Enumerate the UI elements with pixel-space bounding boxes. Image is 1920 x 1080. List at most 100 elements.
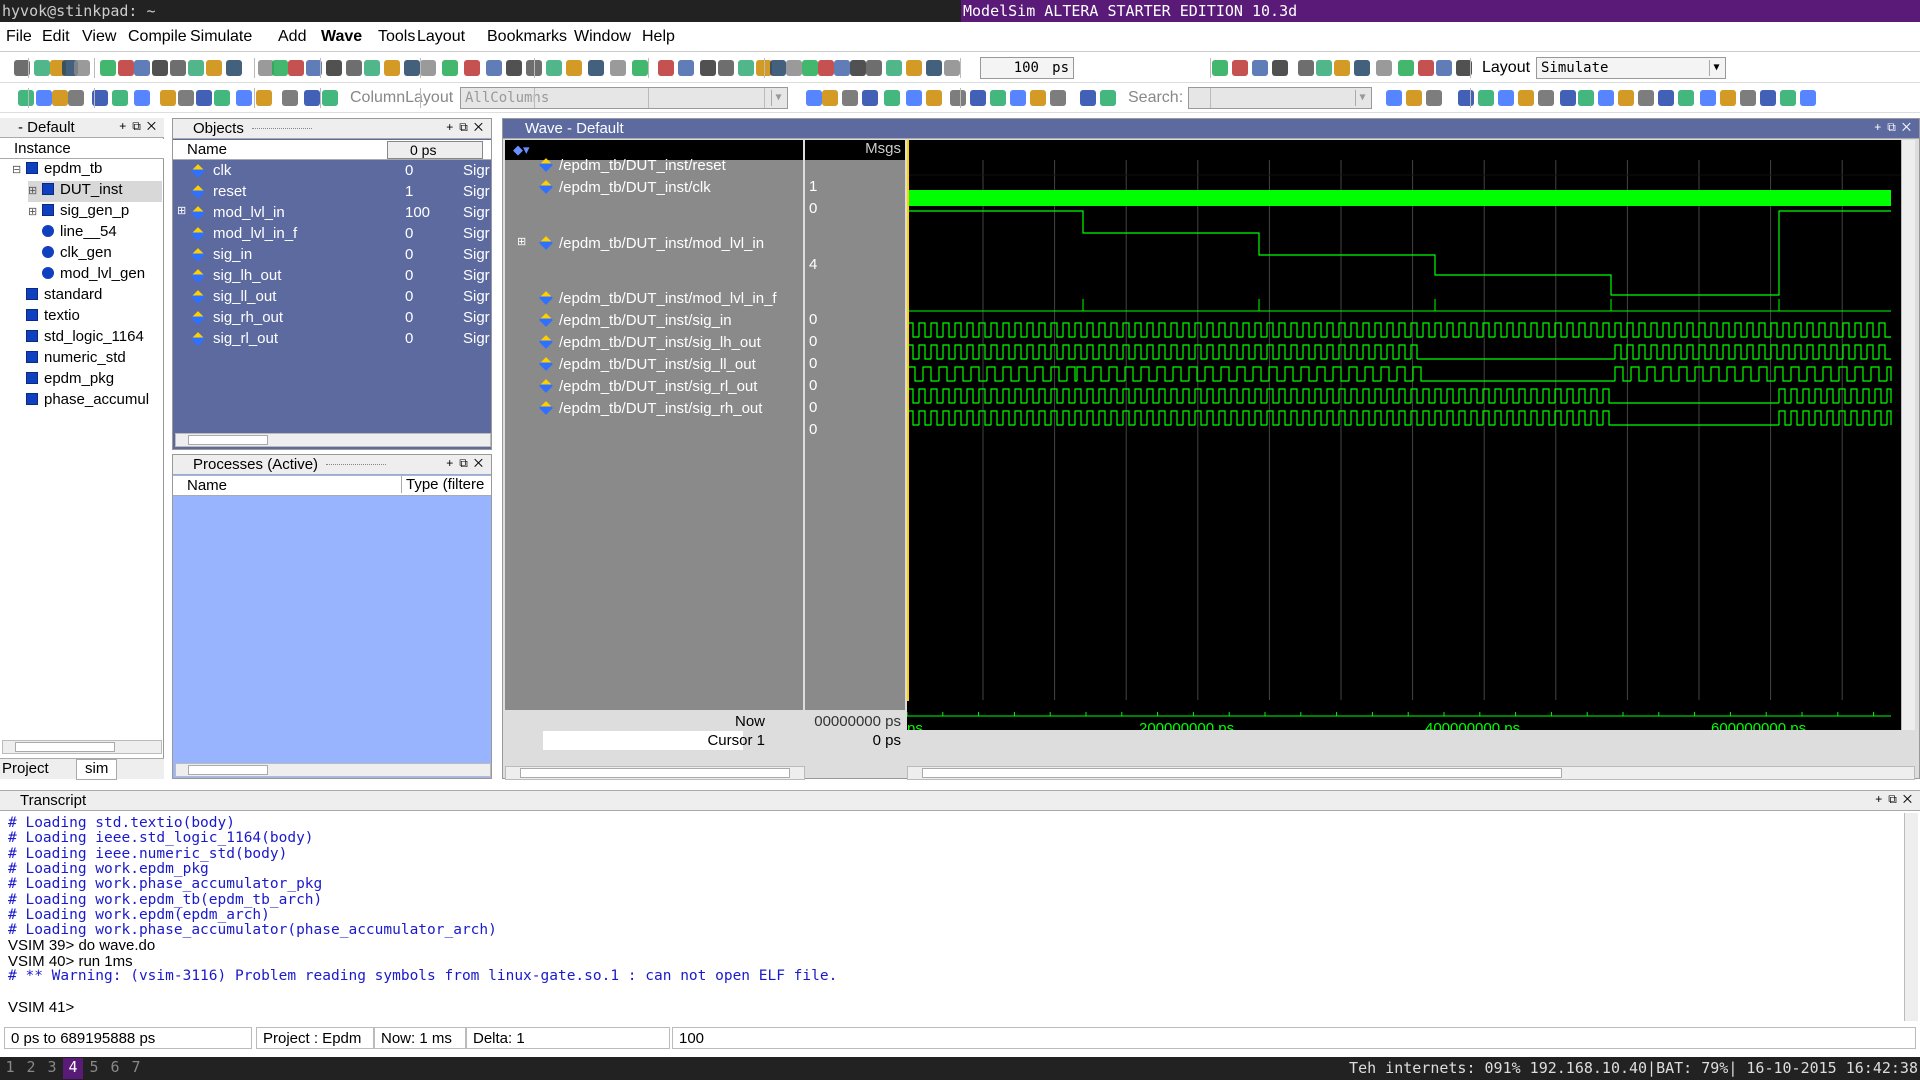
instance-dut-inst[interactable]: ⊞ DUT_inst [28,181,162,202]
instance-mod-lvl-gen[interactable]: mod_lvl_gen [28,265,145,286]
toolbar-tool-icon[interactable] [1700,90,1716,106]
menu-tools[interactable]: Tools [378,28,415,46]
toolbar-tool-icon[interactable] [74,60,90,76]
toolbar-tool-icon[interactable] [1212,60,1228,76]
pane-window-buttons[interactable]: +⧉✕ [1875,792,1918,807]
menu-wave[interactable]: Wave [321,28,362,46]
toolbar-tool-icon[interactable] [1800,90,1816,106]
toolbar-tool-icon[interactable] [214,90,230,106]
toolbar-tool-icon[interactable] [678,60,694,76]
instance-std-logic-1164[interactable]: std_logic_1164 [12,328,144,349]
toolbar-tool-icon[interactable] [134,90,150,106]
toolbar-tool-icon[interactable] [588,60,604,76]
toolbar-tool-icon[interactable] [1458,90,1474,106]
toolbar-tool-icon[interactable] [1272,60,1288,76]
toolbar-tool-icon[interactable] [718,60,734,76]
toolbar-tool-icon[interactable] [842,90,858,106]
workspace-6[interactable]: 6 [105,1058,125,1079]
toolbar-tool-icon[interactable] [970,90,986,106]
layout-select[interactable]: Simulate ▼ [1536,57,1726,79]
toolbar-tool-icon[interactable] [288,60,304,76]
toolbar-tool-icon[interactable] [802,60,818,76]
toolbar-tool-icon[interactable] [52,90,68,106]
time-filter[interactable]: 0 ps [387,141,483,159]
wave-signal-name[interactable]: /epdm_tb/DUT_inst/sig_in [539,312,732,334]
toolbar-tool-icon[interactable] [1436,60,1452,76]
workspace-5[interactable]: 5 [84,1058,104,1079]
toolbar-tool-icon[interactable] [866,60,882,76]
menu-compile[interactable]: Compile [128,28,187,46]
toolbar-tool-icon[interactable] [384,60,400,76]
processes-column-header[interactable]: Name Type (filtere [173,476,491,496]
expand-icon[interactable]: ⊞ [177,204,186,217]
transcript-vscroll[interactable] [1904,813,1918,1021]
toolbar-tool-icon[interactable] [1298,60,1314,76]
workspace-4[interactable]: 4 [63,1058,83,1079]
instance-epdm-tb[interactable]: ⊟ epdm_tb [12,160,102,181]
object-row[interactable]: sig_rh_out 0 Sigr [173,308,493,329]
wave-signal-name[interactable]: /epdm_tb/DUT_inst/mod_lvl_in_f [539,290,777,312]
toolbar-tool-icon[interactable] [36,90,52,106]
wave-signal-name[interactable]: /epdm_tb/DUT_inst/sig_ll_out [539,356,756,378]
toolbar-tool-icon[interactable] [1658,90,1674,106]
wave-signal-name[interactable]: /epdm_tb/DUT_inst/reset [539,157,726,179]
workspace-2[interactable]: 2 [21,1058,41,1079]
pane-window-buttons[interactable]: +⧉✕ [1874,120,1917,135]
scroll-thumb[interactable] [188,435,268,445]
toolbar-tool-icon[interactable] [1398,60,1414,76]
toolbar-tool-icon[interactable] [850,60,866,76]
toolbar-tool-icon[interactable] [926,90,942,106]
toolbar-tool-icon[interactable] [1498,90,1514,106]
scroll-thumb[interactable] [520,768,790,778]
toolbar-tool-icon[interactable] [160,90,176,106]
toolbar-tool-icon[interactable] [272,60,288,76]
toolbar-tool-icon[interactable] [206,60,222,76]
toolbar-tool-icon[interactable] [1426,90,1442,106]
toolbar-tool-icon[interactable] [822,90,838,106]
toolbar-tool-icon[interactable] [118,60,134,76]
objects-hscroll[interactable] [175,433,491,447]
wave-canvas[interactable]: ps200000000 ps400000000 ps600000000 ps0 … [907,140,1901,730]
toolbar-tool-icon[interactable] [926,60,942,76]
toolbar-tool-icon[interactable] [700,60,716,76]
toolbar-tool-icon[interactable] [1010,90,1026,106]
toolbar-tool-icon[interactable] [1618,90,1634,106]
toolbar-tool-icon[interactable] [658,60,674,76]
toolbar-tool-icon[interactable] [1740,90,1756,106]
toolbar-tool-icon[interactable] [1678,90,1694,106]
pane-window-buttons[interactable]: +⧉✕ [446,456,489,471]
toolbar-tool-icon[interactable] [1478,90,1494,106]
toolbar-tool-icon[interactable] [886,60,902,76]
instance-line-54[interactable]: line__54 [28,223,117,244]
toolbar-tool-icon[interactable] [1316,60,1332,76]
object-row[interactable]: clk 0 Sigr [173,161,493,182]
toolbar-tool-icon[interactable] [818,60,834,76]
instance-standard[interactable]: standard [12,286,102,307]
toolbar-tool-icon[interactable] [834,60,850,76]
object-row[interactable]: mod_lvl_in_f 0 Sigr [173,224,493,245]
instance-clk-gen[interactable]: clk_gen [28,244,112,265]
toolbar-tool-icon[interactable] [566,60,582,76]
toolbar-tool-icon[interactable] [226,60,242,76]
menu-help[interactable]: Help [642,28,675,46]
menu-simulate[interactable]: Simulate [190,28,252,46]
workspace-1[interactable]: 1 [0,1058,20,1079]
pane-window-buttons[interactable]: +⧉✕ [119,119,162,134]
wave-signal-name[interactable]: /epdm_tb/DUT_inst/clk [539,179,711,201]
toolbar-tool-icon[interactable] [196,90,212,106]
scroll-thumb[interactable] [15,742,115,752]
menu-layout[interactable]: Layout [417,28,465,46]
toolbar-tool-icon[interactable] [884,90,900,106]
toolbar-tool-icon[interactable] [1560,90,1576,106]
object-row[interactable]: sig_lh_out 0 Sigr [173,266,493,287]
expand-icon[interactable]: ⊞ [28,184,38,197]
toolbar-tool-icon[interactable] [282,90,298,106]
toolbar-tool-icon[interactable] [806,90,822,106]
toolbar-tool-icon[interactable] [1518,90,1534,106]
toolbar-tool-icon[interactable] [950,90,966,106]
search-input[interactable]: ▼ [1188,87,1372,109]
toolbar-tool-icon[interactable] [1638,90,1654,106]
processes-col-type[interactable]: Type (filtere [401,476,484,493]
toolbar-tool-icon[interactable] [1376,60,1392,76]
toolbar-tool-icon[interactable] [364,60,380,76]
